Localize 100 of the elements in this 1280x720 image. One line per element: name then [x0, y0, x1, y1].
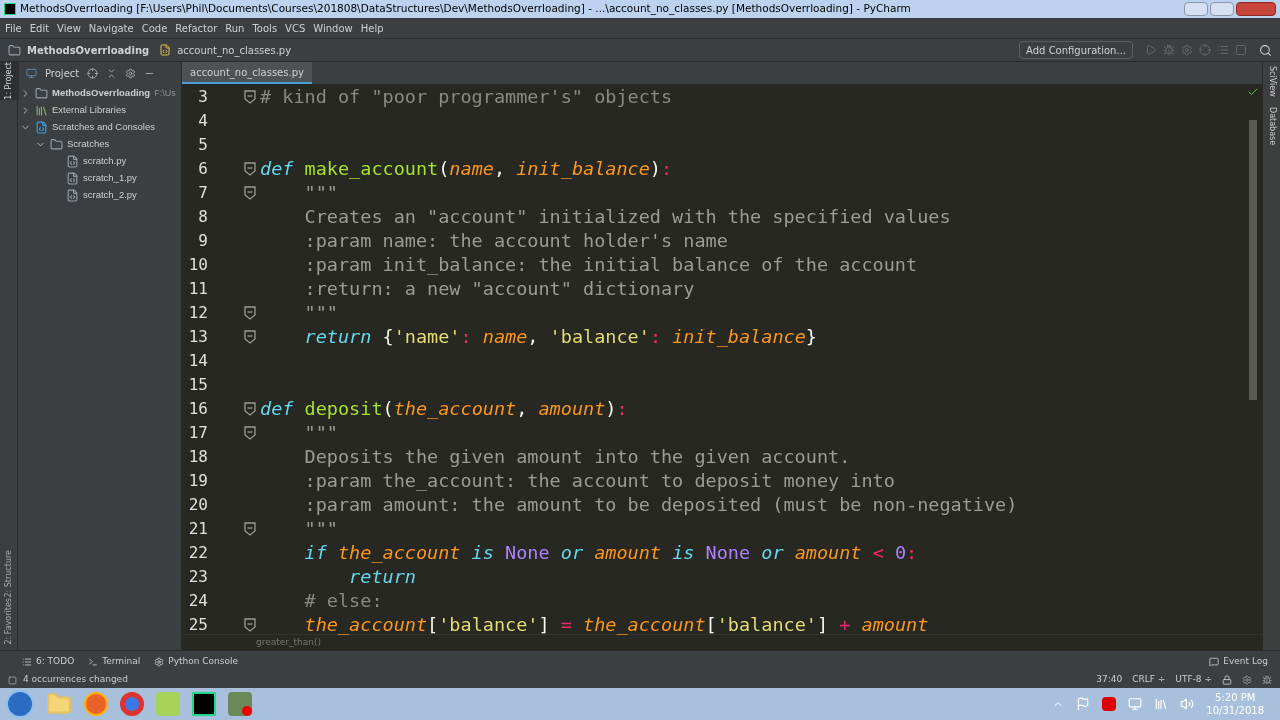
fold-marker-icon[interactable] [244, 402, 256, 416]
tree-item[interactable]: scratch_2.py [83, 188, 137, 203]
fold-marker-icon[interactable] [244, 618, 256, 632]
line-number: 23 [187, 566, 208, 588]
folder-icon [35, 87, 48, 100]
code-line: :param the_account: the account to deposit money into [303, 469, 895, 494]
encoding-selector[interactable]: UTF-8 ÷ [1175, 673, 1212, 687]
stop-icon[interactable] [1235, 44, 1247, 56]
volume-icon[interactable] [1180, 697, 1195, 711]
breadcrumb-item[interactable]: account_no_classes.py [177, 42, 292, 58]
menu-item[interactable]: Help [357, 20, 387, 36]
menu-item[interactable]: View [54, 20, 84, 36]
line-number: 15 [187, 374, 208, 396]
lock-icon[interactable] [1222, 675, 1232, 685]
fold-marker-icon[interactable] [244, 522, 256, 536]
code-line: if the_account is None or amount is None or amount < 0: [303, 541, 918, 566]
code-line: # kind of "poor programmer's" objects [259, 85, 673, 110]
start-button[interactable] [6, 690, 34, 718]
line-number: 14 [187, 350, 208, 372]
python-file-icon [66, 172, 79, 185]
close-button[interactable] [1236, 2, 1276, 16]
fold-marker-icon[interactable] [244, 330, 256, 344]
menu-item[interactable]: Tools [249, 20, 281, 36]
folder-icon [50, 138, 63, 151]
line-number: 4 [197, 110, 208, 132]
line-number: 19 [187, 470, 208, 492]
fold-marker-icon[interactable] [244, 306, 256, 320]
code-line: # else: [303, 589, 383, 614]
maximize-button[interactable] [1210, 2, 1234, 16]
line-number: 9 [197, 230, 208, 252]
tool-window-tab[interactable]: 1: Project [0, 62, 19, 100]
window-title: MethodsOverrloading [F:\Users\Phil\Documents\Courses\201808\DataStructures\Dev\MethodsOverrloading] - ...\account_no_classes.py [MethodsOverrloading] - PyCharm [20, 1, 912, 17]
menu-item[interactable]: Code [138, 20, 171, 36]
code-line: return [348, 565, 416, 590]
settings-icon[interactable] [125, 67, 137, 79]
tool-window-button[interactable]: Terminal [102, 654, 141, 669]
line-number: 8 [197, 206, 208, 228]
tree-item[interactable]: External Libraries [52, 103, 126, 118]
breadcrumb-item[interactable]: MethodsOverrloading [27, 42, 150, 58]
network-icon[interactable] [1128, 697, 1143, 711]
menu-item[interactable]: Window [310, 20, 356, 36]
status-message: 4 occurrences changed [23, 673, 128, 687]
fold-marker-icon[interactable] [244, 162, 256, 176]
line-number: 13 [187, 326, 208, 348]
check-icon [1247, 86, 1259, 98]
antivirus-icon[interactable] [1102, 697, 1117, 711]
menu-item[interactable]: Run [222, 20, 248, 36]
python-file-icon [66, 155, 79, 168]
menu-item[interactable]: Refactor [172, 20, 221, 36]
code-line: """ [303, 421, 338, 446]
fold-marker-icon[interactable] [244, 186, 256, 200]
tree-item[interactable]: Scratches and Consoles [52, 120, 155, 135]
tree-item[interactable]: scratch_1.py [83, 171, 137, 186]
menu-item[interactable]: VCS [282, 20, 309, 36]
tool-window-button[interactable]: Python Console [168, 654, 239, 669]
line-number: 25 [187, 614, 208, 636]
code-line: Deposits the given amount into the given account. [303, 445, 851, 470]
library-icon [35, 104, 48, 117]
flag-icon[interactable] [1076, 697, 1091, 711]
menu-item[interactable]: Navigate [85, 20, 137, 36]
menu-item[interactable]: File [2, 20, 25, 36]
status-icon [8, 675, 17, 685]
line-number: 16 [187, 398, 208, 420]
line-number: 17 [187, 422, 208, 444]
cursor-position[interactable]: 37:40 [1096, 673, 1123, 687]
editor-tab[interactable]: account_no_classes.py [182, 62, 312, 84]
scrollbar-thumb[interactable] [1249, 120, 1257, 400]
menu-item[interactable]: Edit [26, 20, 53, 36]
line-number: 7 [197, 182, 208, 204]
code-line: def deposit(the_account, amount): [259, 397, 628, 422]
line-number: 12 [187, 302, 208, 324]
line-ending-selector[interactable]: CRLF ÷ [1132, 673, 1166, 687]
tree-item[interactable]: scratch.py [83, 154, 127, 169]
python-file-icon [159, 44, 172, 56]
fold-marker-icon[interactable] [244, 90, 256, 104]
tool-window-button[interactable]: 6: TODO [36, 654, 75, 669]
bug-icon[interactable] [1262, 675, 1272, 685]
run-icon[interactable] [1145, 44, 1157, 56]
debug-icon[interactable] [1163, 44, 1175, 56]
line-number: 6 [197, 158, 208, 180]
code-line: return {'name': name, 'balance': init_balance} [303, 325, 817, 350]
code-line: :return: a new "account" dictionary [303, 277, 695, 302]
minimize-button[interactable] [1184, 2, 1208, 16]
tree-item[interactable]: MethodsOverrloading [52, 86, 151, 101]
tool-window-tab[interactable]: SciView [1265, 66, 1278, 97]
list-icon [22, 656, 32, 667]
code-line: """ [303, 181, 338, 206]
locate-icon[interactable] [87, 67, 99, 79]
add-configuration-button[interactable]: Add Configuration... [1019, 41, 1133, 59]
line-number: 11 [187, 278, 208, 300]
panel-icon [26, 67, 37, 79]
tool-window-tab[interactable]: Database [1265, 106, 1278, 145]
tool-window-tab[interactable]: 2: Structure [0, 550, 19, 598]
tree-item[interactable]: Scratches [67, 137, 110, 152]
tool-window-tab[interactable]: 2: Favorites [0, 597, 19, 644]
panel-title[interactable]: Project [45, 65, 80, 81]
code-line: Creates an "account" initialized with the specified values [303, 205, 951, 230]
tool-window-button[interactable]: Event Log [1223, 654, 1268, 669]
fold-marker-icon[interactable] [244, 426, 256, 440]
search-icon[interactable] [1259, 43, 1272, 57]
